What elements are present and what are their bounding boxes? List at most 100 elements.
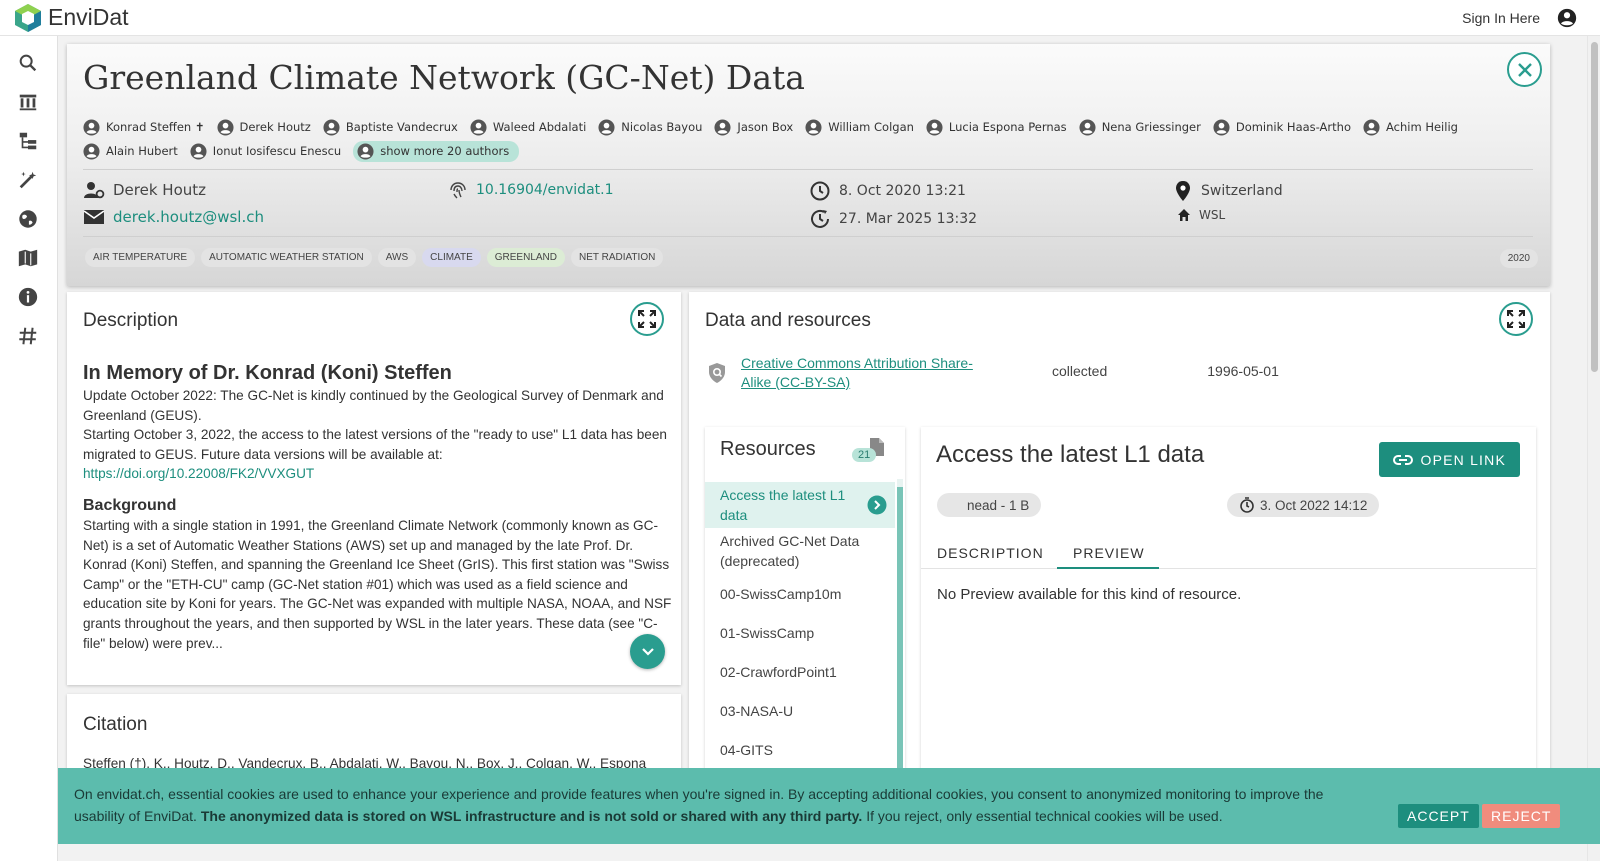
- show-more-label: show more 20 authors: [380, 144, 510, 158]
- tab-preview[interactable]: PREVIEW: [1073, 545, 1145, 561]
- background-heading: Background: [83, 496, 177, 514]
- author-chip[interactable]: Ionut Iosifescu Enescu: [190, 142, 342, 160]
- search-icon[interactable]: [17, 52, 39, 74]
- tab-description[interactable]: DESCRIPTION: [937, 545, 1044, 561]
- resource-date-chip: 3. Oct 2022 14:12: [1227, 493, 1380, 517]
- resources-count: 21: [852, 448, 877, 462]
- page-scrollbar-thumb[interactable]: [1591, 42, 1598, 372]
- fullscreen-icon: [638, 310, 656, 328]
- app-name: EnviDat: [48, 4, 129, 30]
- resource-list-scrollbar-thumb[interactable]: [897, 487, 903, 787]
- timer-icon: [1240, 497, 1254, 513]
- author-row: Konrad Steffen ✝ Derek Houtz Baptiste Vand…: [83, 115, 1523, 139]
- cookie-text-bold: The anonymized data is stored on WSL inf…: [200, 808, 863, 824]
- link-icon: [1392, 454, 1413, 465]
- organization: WSL: [1177, 208, 1225, 222]
- envidat-logo[interactable]: EnviDat: [13, 3, 129, 33]
- author-name: William Colgan: [828, 120, 914, 134]
- expand-text-button[interactable]: [630, 634, 665, 669]
- person-icon: [470, 118, 487, 136]
- side-navigation: [0, 36, 58, 861]
- resource-item-active[interactable]: Access the latest L1 data: [705, 482, 895, 528]
- tag-chip[interactable]: CLIMATE: [422, 248, 481, 267]
- author-chip[interactable]: Nena Griessinger: [1079, 118, 1201, 136]
- dataset-title: Greenland Climate Network (GC-Net) Data: [83, 58, 805, 97]
- resource-list-scrollbar[interactable]: [897, 479, 903, 787]
- dataset-header: Greenland Climate Network (GC-Net) Data …: [67, 44, 1550, 286]
- contact-person-icon: [84, 182, 105, 199]
- author-chip[interactable]: Nicolas Bayou: [598, 118, 703, 136]
- person-icon: [1213, 118, 1230, 136]
- doi-link[interactable]: 10.16904/envidat.1: [476, 182, 614, 198]
- tag-chip[interactable]: AIR TEMPERATURE: [85, 248, 196, 267]
- author-name: Konrad Steffen ✝: [106, 120, 205, 134]
- author-name: Dominik Haas-Artho: [1235, 120, 1351, 134]
- resource-item[interactable]: 04-GITS: [705, 741, 895, 761]
- preview-message: No Preview available for this kind of re…: [937, 586, 1242, 603]
- author-chip[interactable]: Achim Heilig: [1363, 118, 1458, 136]
- author-chip[interactable]: Dominik Haas-Artho: [1213, 118, 1351, 136]
- author-chip[interactable]: Alain Hubert: [83, 142, 178, 160]
- tag-chip[interactable]: GREENLAND: [486, 248, 566, 267]
- author-chip[interactable]: Konrad Steffen ✝: [83, 118, 205, 136]
- author-chip[interactable]: William Colgan: [805, 118, 914, 136]
- tree-icon[interactable]: [17, 130, 39, 152]
- expand-resources-button[interactable]: [1499, 302, 1533, 336]
- author-name: Nicolas Bayou: [621, 120, 703, 134]
- shield-icon: [709, 363, 725, 383]
- person-icon: [190, 142, 207, 160]
- person-icon: [1363, 118, 1380, 136]
- contact-email-link[interactable]: derek.houtz@wsl.ch: [113, 208, 264, 226]
- open-link-button[interactable]: OPEN LINK: [1378, 442, 1520, 477]
- geus-data-link[interactable]: https://doi.org/10.22008/FK2/VVXGUT: [83, 466, 314, 481]
- author-name: Ionut Iosifescu Enescu: [212, 144, 342, 158]
- created-date: 8. Oct 2020 13:21: [809, 180, 966, 202]
- map-marker-icon: [1176, 181, 1190, 201]
- sign-in-link[interactable]: Sign In Here: [1462, 10, 1540, 26]
- chevron-down-icon: [641, 647, 654, 656]
- tools-icon[interactable]: [17, 169, 39, 191]
- resources-title: Resources: [720, 438, 816, 460]
- guide-book-icon[interactable]: [17, 247, 39, 269]
- resource-item[interactable]: 02-CrawfordPoint1: [705, 663, 895, 683]
- data-resources-card: Data and resources Creative Commons Attr…: [689, 292, 1550, 792]
- envidat-logo-icon: [15, 3, 41, 32]
- accept-cookies-button[interactable]: ACCEPT: [1398, 804, 1479, 828]
- tag-chip[interactable]: NET RADIATION: [571, 248, 664, 267]
- author-name: Jason Box: [737, 120, 794, 134]
- info-icon[interactable]: [17, 286, 39, 308]
- author-chip[interactable]: Lucia Espona Pernas: [926, 118, 1067, 136]
- author-chip[interactable]: Baptiste Vandecrux: [323, 118, 458, 136]
- license-link[interactable]: Creative Commons Attribution Share-Alike…: [741, 354, 1001, 392]
- author-chip[interactable]: Jason Box: [714, 118, 794, 136]
- close-button[interactable]: [1507, 52, 1542, 87]
- resource-list: Resources 21 Access the latest L1 data A…: [705, 427, 905, 787]
- organization-text[interactable]: WSL: [1199, 208, 1225, 222]
- description-paragraph: Starting with a single station in 1991, …: [83, 517, 672, 651]
- show-more-authors-button[interactable]: show more 20 authors: [353, 140, 520, 162]
- modified-date-text: 27. Mar 2025 13:32: [839, 211, 978, 227]
- hashtag-icon[interactable]: [17, 325, 39, 347]
- tag-chip[interactable]: AWS: [377, 248, 417, 267]
- created-date-text: 8. Oct 2020 13:21: [839, 183, 966, 199]
- account-icon[interactable]: [1556, 7, 1578, 29]
- page-scrollbar[interactable]: [1587, 36, 1600, 861]
- resource-item[interactable]: 03-NASA-U: [705, 702, 895, 722]
- resource-item[interactable]: 01-SwissCamp: [705, 624, 895, 644]
- citation-title: Citation: [83, 714, 148, 735]
- memory-heading: In Memory of Dr. Konrad (Koni) Steffen: [83, 362, 452, 384]
- author-chip[interactable]: Derek Houtz: [216, 118, 311, 136]
- person-icon: [926, 118, 943, 136]
- globe-icon[interactable]: [17, 208, 39, 230]
- expand-description-button[interactable]: [630, 302, 664, 336]
- resource-item[interactable]: Archived GC-Net Data (deprecated): [705, 532, 895, 571]
- clock-edit-icon: [811, 209, 829, 228]
- catalog-icon[interactable]: [17, 91, 39, 113]
- close-icon: [1517, 62, 1532, 77]
- reject-cookies-button[interactable]: REJECT: [1482, 804, 1561, 828]
- author-chip[interactable]: Waleed Abdalati: [470, 118, 586, 136]
- tag-chip[interactable]: AUTOMATIC WEATHER STATION: [201, 248, 372, 267]
- description-paragraph: Starting October 3, 2022, the access to …: [83, 427, 667, 462]
- description-card: Description In Memory of Dr. Konrad (Kon…: [67, 292, 681, 685]
- resource-item[interactable]: 00-SwissCamp10m: [705, 585, 895, 605]
